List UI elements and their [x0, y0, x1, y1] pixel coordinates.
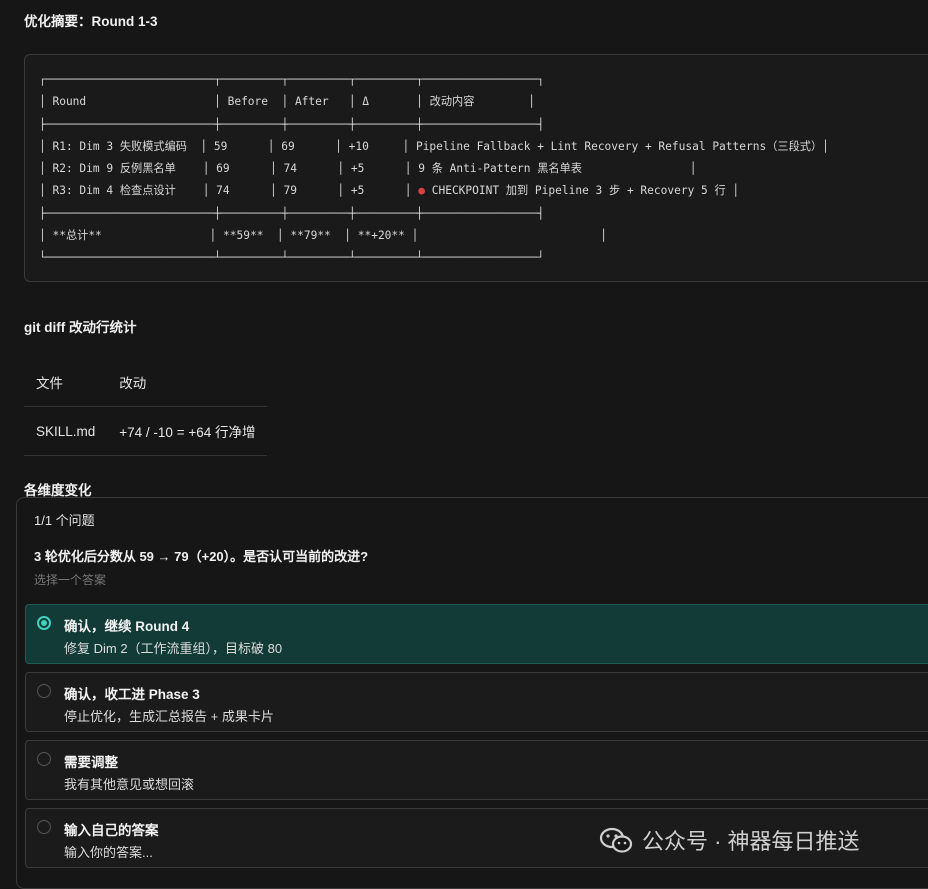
option-title: 需要调整 — [64, 755, 118, 770]
option-continue-round4[interactable]: 确认，继续 Round 4 修复 Dim 2（工作流重组），目标破 80 — [25, 604, 928, 664]
ascii-table-block: ┌─────────────────────────┬─────────┬───… — [24, 54, 928, 282]
option-description: 我有其他意见或想回滚 — [64, 777, 195, 792]
option-needs-adjustment[interactable]: 需要调整 我有其他意见或想回滚 — [25, 740, 928, 800]
diff-header-file: 文件 — [24, 358, 108, 407]
watermark-text: 公众号 · 神器每日推送 — [642, 829, 860, 854]
radio-selected-icon[interactable] — [37, 616, 51, 630]
question-hint: 选择一个答案 — [34, 573, 107, 587]
dimensions-title: 各维度变化 — [24, 483, 92, 498]
diff-table-header: 文件 改动 — [24, 358, 268, 407]
wechat-icon — [599, 827, 633, 853]
watermark: 公众号 · 神器每日推送 — [598, 824, 860, 856]
radio-icon[interactable] — [37, 752, 51, 766]
option-title: 输入自己的答案 — [64, 823, 159, 838]
ascii-score-table: ┌─────────────────────────┬─────────┬───… — [39, 73, 829, 265]
option-title: 确认，收工进 Phase 3 — [64, 687, 200, 702]
option-description: 输入你的答案... — [64, 845, 153, 860]
diff-header-change: 改动 — [107, 358, 268, 407]
diff-cell-file: SKILL.md — [24, 406, 108, 456]
question-count: 1/1 个问题 — [34, 513, 95, 528]
diff-cell-change: +74 / -10 = +64 行净增 — [107, 406, 268, 456]
checkpoint-dot-icon: ● — [418, 184, 425, 198]
question-text: 3 轮优化后分数从 59 → 79（+20）。是否认可当前的改进? — [34, 549, 369, 564]
diff-title: git diff 改动行统计 — [24, 320, 137, 335]
radio-icon[interactable] — [37, 684, 51, 698]
radio-icon[interactable] — [37, 820, 51, 834]
summary-title: 优化摘要：Round 1-3 — [24, 14, 158, 29]
option-description: 修复 Dim 2（工作流重组），目标破 80 — [64, 641, 283, 656]
option-title: 确认，继续 Round 4 — [64, 619, 190, 634]
diff-table: 文件 改动 SKILL.md +74 / -10 = +64 行净增 — [24, 358, 268, 456]
option-finish-phase3[interactable]: 确认，收工进 Phase 3 停止优化，生成汇总报告 + 成果卡片 — [25, 672, 928, 732]
option-description: 停止优化，生成汇总报告 + 成果卡片 — [64, 709, 274, 724]
table-row: SKILL.md +74 / -10 = +64 行净增 — [24, 406, 268, 456]
